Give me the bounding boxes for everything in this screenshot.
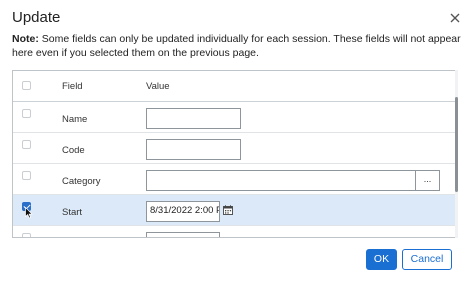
dialog-title: Update <box>12 9 61 26</box>
note-text: Note: Some fields can only be updated in… <box>12 32 462 60</box>
fields-grid: Field Value Name Code Category ... Start… <box>12 70 457 238</box>
start-datetime-input[interactable]: 8/31/2022 2:00 P <box>146 201 220 222</box>
row-checkbox[interactable] <box>22 171 31 180</box>
note-body: Some fields can only be updated individu… <box>12 33 461 59</box>
table-row[interactable]: Start 8/31/2022 2:00 P <box>13 195 456 226</box>
cancel-button[interactable]: Cancel <box>402 249 452 270</box>
ok-button[interactable]: OK <box>366 249 397 270</box>
select-all-checkbox[interactable] <box>22 81 31 90</box>
table-row[interactable]: Code <box>13 133 456 164</box>
category-input[interactable] <box>146 170 416 191</box>
grid-scrollbar-thumb[interactable] <box>455 97 458 192</box>
table-row[interactable]: Name <box>13 102 456 133</box>
field-label-code: Code <box>62 145 85 156</box>
category-browse-button[interactable]: ... <box>415 170 440 191</box>
row-checkbox[interactable] <box>22 140 31 149</box>
close-icon[interactable] <box>447 10 463 26</box>
grid-header: Field Value <box>13 71 456 102</box>
note-label: Note: <box>12 33 39 45</box>
table-row[interactable]: Category ... <box>13 164 456 195</box>
row-checkbox[interactable] <box>22 109 31 118</box>
field-label-category: Category <box>62 176 101 187</box>
field-label-name: Name <box>62 114 88 125</box>
row-checkbox[interactable] <box>22 233 31 237</box>
name-input[interactable] <box>146 108 241 129</box>
column-header-field: Field <box>62 81 83 92</box>
update-dialog: Update Note: Some fields can only be upd… <box>0 0 474 281</box>
field-label-start: Start <box>62 207 83 218</box>
code-input[interactable] <box>146 139 241 160</box>
calendar-icon[interactable] <box>223 205 233 215</box>
table-row[interactable] <box>13 226 456 237</box>
partial-input[interactable] <box>146 232 220 237</box>
column-header-value: Value <box>146 81 170 92</box>
mouse-cursor-icon <box>25 207 33 219</box>
